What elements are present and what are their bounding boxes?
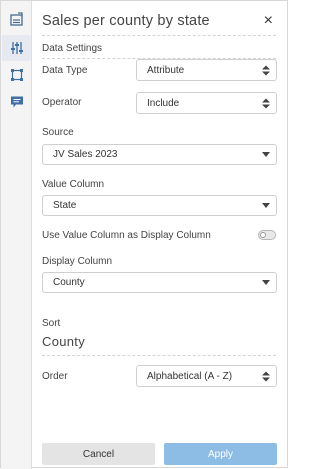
updown-chevron-icon [256, 65, 276, 76]
value-column-value: State [53, 200, 77, 211]
apply-button[interactable]: Apply [164, 443, 277, 465]
value-column-select[interactable]: State [42, 195, 277, 216]
section-title: Data Settings [42, 43, 103, 54]
order-select[interactable]: Alphabetical (A - Z) [136, 365, 277, 387]
icon-rail [1, 1, 32, 469]
panel-title: Sales per county by state [42, 13, 210, 29]
data-type-select[interactable]: Attribute [136, 59, 277, 81]
order-value: Alphabetical (A - Z) [147, 370, 233, 382]
comment-icon[interactable] [2, 89, 31, 115]
sliders-icon[interactable] [2, 35, 31, 61]
title-divider [42, 35, 276, 36]
source-label: Source [42, 127, 74, 138]
order-label: Order [42, 371, 68, 382]
display-column-label: Display Column [42, 256, 113, 267]
sort-divider [42, 355, 276, 356]
source-select[interactable]: JV Sales 2023 [42, 144, 277, 165]
frame-icon[interactable] [2, 62, 31, 88]
data-type-value: Attribute [147, 64, 185, 76]
data-type-label: Data Type [42, 65, 88, 76]
sort-label: Sort [42, 318, 61, 329]
close-icon[interactable]: × [264, 13, 273, 29]
use-value-as-display-label: Use Value Column as Display Column [42, 230, 211, 241]
settings-panel: Sales per county by state × Data Setting… [33, 1, 287, 467]
toggle-knob [260, 232, 266, 238]
updown-chevron-icon [256, 98, 276, 109]
caret-down-icon [256, 280, 276, 285]
cancel-button[interactable]: Cancel [42, 443, 155, 465]
caret-down-icon [256, 152, 276, 157]
updown-chevron-icon [256, 371, 276, 382]
source-value: JV Sales 2023 [53, 149, 118, 160]
use-value-as-display-toggle[interactable] [258, 230, 276, 240]
display-column-select[interactable]: County [42, 272, 277, 293]
sort-value[interactable]: County [42, 334, 85, 349]
caret-down-icon [256, 203, 276, 208]
value-column-label: Value Column [42, 179, 105, 190]
operator-value: Include [147, 97, 180, 109]
operator-label: Operator [42, 97, 82, 108]
operator-select[interactable]: Include [136, 92, 277, 114]
chart-settings-icon[interactable] [2, 6, 31, 32]
display-column-value: County [53, 277, 85, 288]
